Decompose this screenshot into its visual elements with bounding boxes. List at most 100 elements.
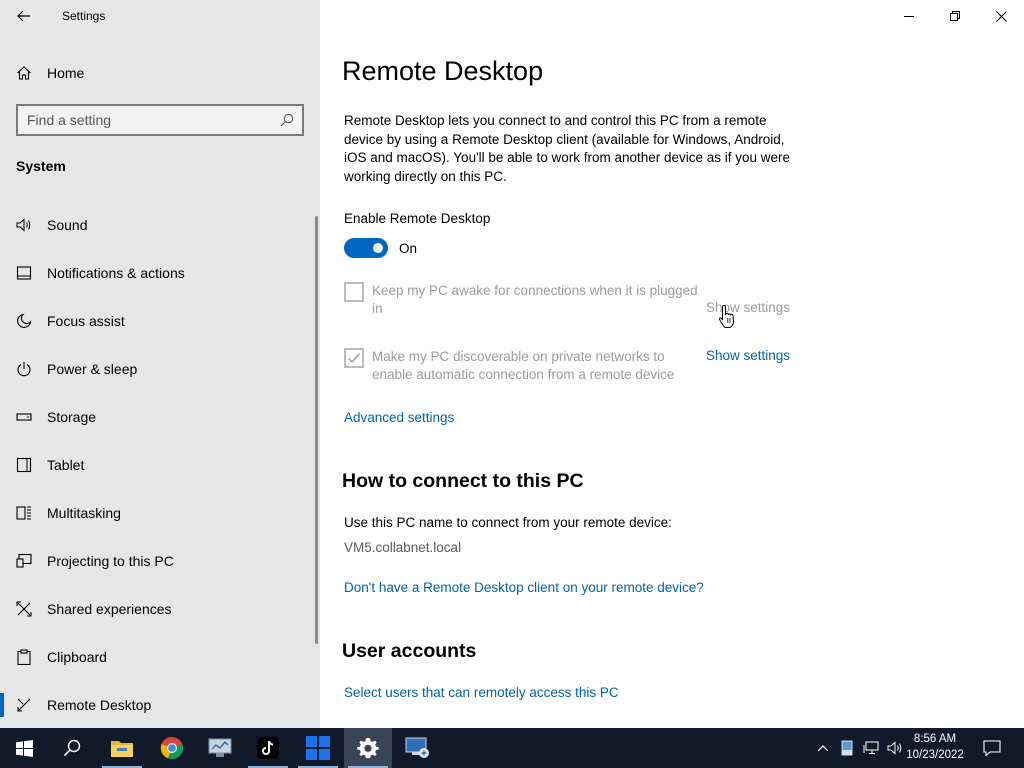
toggle-knob [373,243,383,253]
taskbar: 8:56 AM 10/23/2022 [0,728,1024,768]
action-center-button[interactable] [976,728,1008,768]
taskbar-chrome[interactable] [148,728,196,768]
nav-list: Sound Notifications & actions Focus assi… [0,201,314,729]
clock[interactable]: 8:56 AM 10/23/2022 [902,731,968,763]
clock-time: 8:56 AM [913,733,957,745]
remote-desktop-app-icon [405,737,429,758]
search-icon [63,739,81,757]
enable-remote-desktop-toggle[interactable] [344,238,388,258]
sidebar-item-label: Storage [47,409,97,425]
sidebar-item-label: Clipboard [47,649,107,665]
restore-button[interactable] [932,0,978,32]
sidebar-item-multitasking[interactable]: Multitasking [0,489,314,537]
sidebar-item-projecting[interactable]: Projecting to this PC [0,537,314,585]
sidebar-item-label: Projecting to this PC [47,553,174,569]
volume-icon [887,741,902,755]
sidebar-item-storage[interactable]: Storage [0,393,314,441]
title-bar: Settings [0,0,320,32]
minimize-button[interactable] [886,0,932,32]
taskbar-file-explorer[interactable] [98,728,146,768]
restore-icon [950,11,960,21]
sidebar-item-clipboard[interactable]: Clipboard [0,633,314,681]
minimize-icon [904,16,914,17]
pc-name: VM5.collabnet.local [344,540,462,555]
keep-awake-checkbox[interactable] [344,282,364,302]
sidebar-scrollbar[interactable] [315,216,318,644]
discoverable-show-settings-link[interactable]: Show settings [706,348,790,363]
sidebar-item-label: Power & sleep [47,361,138,377]
file-explorer-icon [111,741,133,757]
chevron-up-icon [817,745,829,752]
sidebar-item-focus-assist[interactable]: Focus assist [0,297,314,345]
keep-awake-text: Keep my PC awake for connections when it… [372,283,698,316]
settings-icon [357,738,379,759]
connect-heading: How to connect to this PC [342,470,584,492]
storage-icon [16,413,32,421]
sidebar-item-label: Notifications & actions [47,265,185,281]
network-icon [863,741,879,754]
connect-instructions: Use this PC name to connect from your re… [344,515,672,530]
drive-icon [841,740,853,756]
sidebar-item-label: Tablet [47,457,85,473]
active-indicator [0,693,4,717]
window-controls [886,0,1024,32]
close-button[interactable] [978,0,1024,32]
clock-date: 10/23/2022 [906,749,964,761]
tablet-icon [16,457,32,473]
page-description: Remote Desktop lets you connect to and c… [344,113,791,184]
windows-tiles-icon [306,736,330,760]
search-input[interactable] [18,106,278,134]
sidebar-item-shared-experiences[interactable]: Shared experiences [0,585,314,633]
shared-experiences-icon [16,601,32,617]
user-accounts-heading: User accounts [342,640,477,662]
moon-icon [17,313,32,328]
select-users-link[interactable]: Select users that can remotely access th… [344,685,619,700]
taskbar-settings[interactable] [344,728,392,768]
taskbar-tiktok[interactable] [244,728,292,768]
advanced-settings-link[interactable]: Advanced settings [344,410,454,425]
start-icon [15,739,33,757]
sidebar-item-power-sleep[interactable]: Power & sleep [0,345,314,393]
sidebar-item-label: Sound [47,217,88,233]
sidebar-item-remote-desktop[interactable]: Remote Desktop [0,681,314,729]
projecting-icon [16,553,32,568]
app-title: Settings [62,9,106,23]
clipboard-icon [17,649,31,665]
toggle-state-label: On [399,241,418,256]
taskbar-remote-desktop-app[interactable] [394,728,442,768]
action-center-icon [983,740,1001,756]
hand-cursor-icon [718,304,735,328]
sidebar-item-label: Remote Desktop [47,697,152,713]
tiktok-icon [257,737,279,759]
home-nav-item[interactable]: Home [0,56,320,90]
notification-icon [16,266,32,280]
search-icon[interactable] [280,113,294,127]
sidebar-item-label: Shared experiences [47,601,172,617]
start-button[interactable] [0,728,48,768]
section-heading: System [16,158,66,174]
tray-storage-button[interactable] [836,728,858,768]
network-button[interactable] [860,728,882,768]
chrome-icon [160,736,184,760]
enable-remote-desktop-label: Enable Remote Desktop [344,211,491,226]
sidebar-item-tablet[interactable]: Tablet [0,441,314,489]
back-arrow-icon [17,10,30,22]
home-icon [17,66,31,80]
show-hidden-icons-button[interactable] [812,728,834,768]
speaker-icon [16,218,31,232]
taskbar-windows-tiles[interactable] [294,728,342,768]
client-download-link[interactable]: Don't have a Remote Desktop client on yo… [344,580,704,595]
power-icon [17,362,31,377]
search-box[interactable] [16,104,304,136]
taskbar-search-button[interactable] [48,728,96,768]
multitasking-icon [16,506,31,520]
discoverable-checkbox[interactable] [344,348,364,368]
main-content: Remote Desktop Remote Desktop lets you c… [320,0,1024,728]
sidebar-item-sound[interactable]: Sound [0,201,314,249]
taskbar-server-manager[interactable] [196,728,244,768]
server-manager-icon [208,738,232,757]
sidebar-item-label: Focus assist [47,313,125,329]
back-button[interactable] [10,4,38,28]
home-label: Home [47,65,85,81]
sidebar-item-notifications[interactable]: Notifications & actions [0,249,314,297]
